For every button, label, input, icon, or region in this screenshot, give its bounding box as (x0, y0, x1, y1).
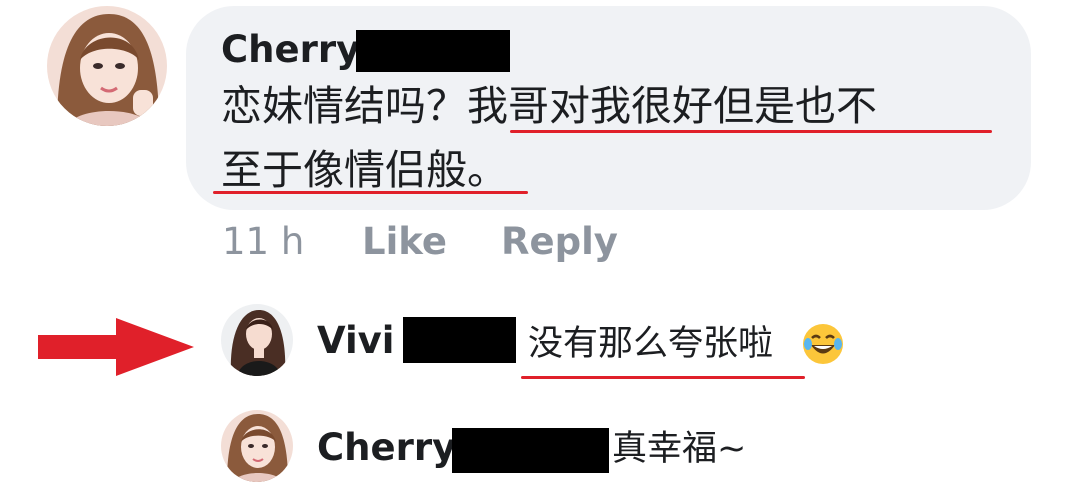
reply-avatar-cherry[interactable] (221, 410, 293, 482)
reply-author[interactable]: Vivi (317, 318, 394, 364)
reply-text: 真幸福~ (612, 429, 747, 469)
redacted-surname (452, 428, 609, 473)
laughing-crying-emoji-icon (801, 322, 845, 366)
reply-author[interactable]: Cherry (317, 425, 456, 471)
like-button[interactable]: Like (362, 217, 447, 267)
profile-photo-icon (47, 6, 167, 126)
commenter-avatar[interactable] (47, 6, 167, 126)
reply-text: 没有那么夸张啦 (528, 324, 774, 364)
comment-timestamp: 11 h (222, 220, 305, 263)
red-underline (510, 130, 992, 133)
comment-author[interactable]: Cherry (221, 28, 360, 72)
red-underline (521, 376, 805, 379)
profile-photo-icon (221, 304, 293, 376)
redacted-surname (403, 317, 516, 363)
comment-text-line-1: 恋妹情结吗？我哥对我很好但是也不 (221, 82, 877, 130)
reply-button[interactable]: Reply (501, 217, 618, 267)
red-arrow-icon (38, 318, 194, 376)
profile-photo-icon (221, 410, 293, 482)
redacted-surname (356, 30, 510, 72)
reply-avatar-vivi[interactable] (221, 304, 293, 376)
red-underline (213, 191, 528, 194)
